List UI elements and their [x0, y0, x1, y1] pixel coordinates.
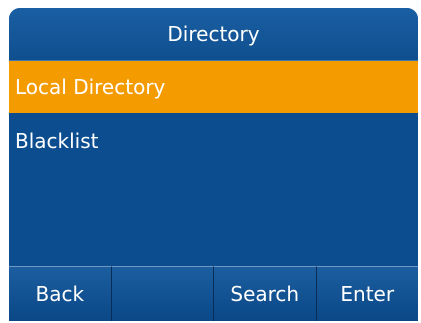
softkey-bar: Back Search Enter — [9, 266, 418, 321]
search-softkey[interactable]: Search — [213, 266, 316, 321]
back-softkey[interactable]: Back — [9, 266, 111, 321]
empty-softkey[interactable] — [110, 266, 213, 321]
enter-softkey[interactable]: Enter — [315, 266, 418, 321]
title-bar: Directory — [9, 8, 418, 61]
screen-title: Directory — [167, 22, 260, 46]
phone-screen: Directory Local Directory Blacklist Back… — [9, 8, 418, 321]
list-item-local-directory[interactable]: Local Directory — [9, 61, 418, 113]
list-item-blacklist[interactable]: Blacklist — [9, 115, 418, 167]
